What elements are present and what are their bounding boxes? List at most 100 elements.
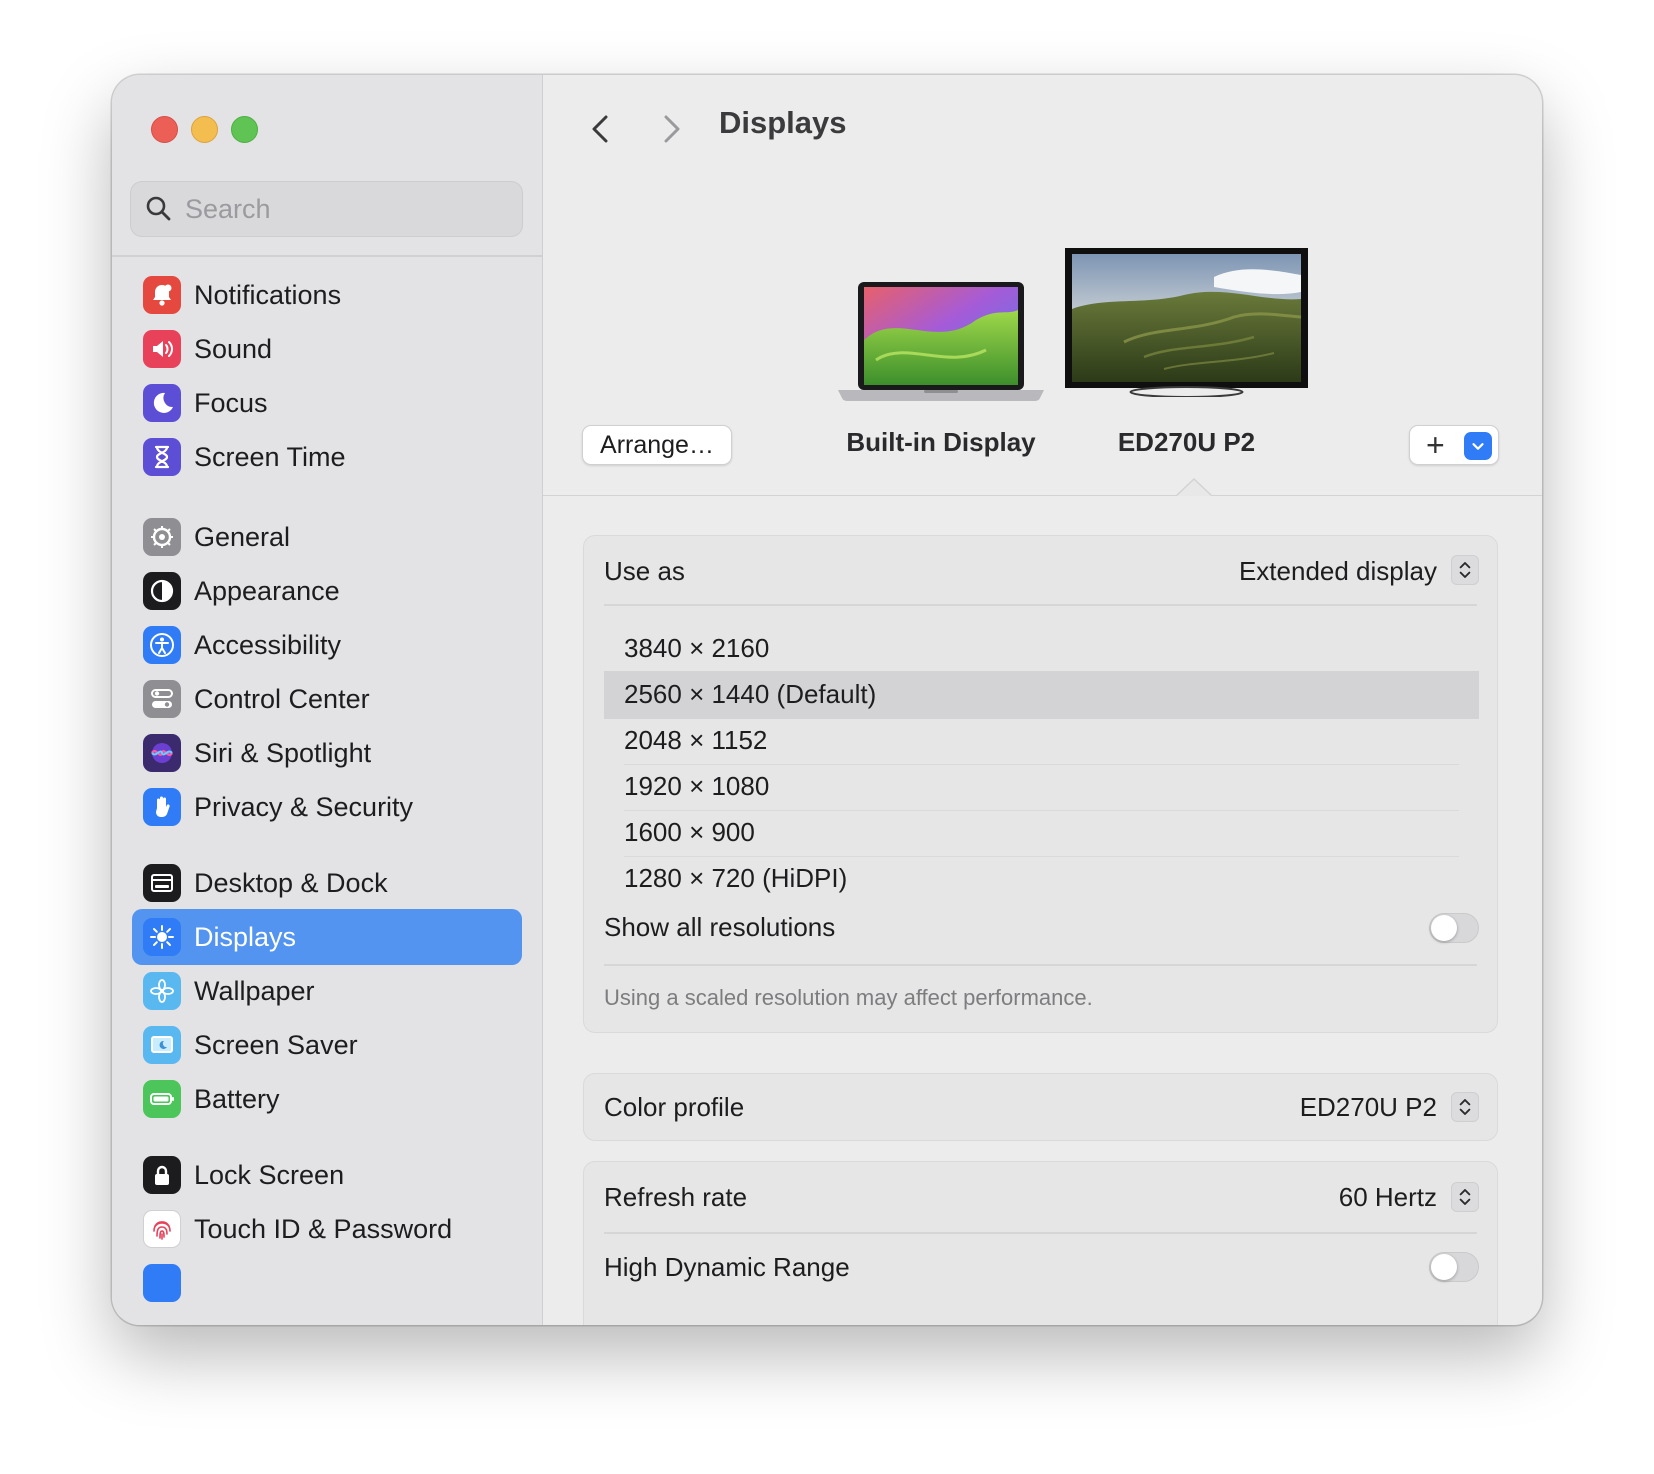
separator xyxy=(604,964,1477,966)
color-profile-stepper[interactable] xyxy=(1451,1092,1479,1122)
page-title: Displays xyxy=(719,105,847,140)
up-down-chevron-icon xyxy=(1459,1189,1471,1205)
minimize-window-button[interactable] xyxy=(191,116,218,143)
lock-icon xyxy=(143,1156,181,1194)
sidebar-item-appearance[interactable]: Appearance xyxy=(132,563,522,619)
sidebar-item-privacy-security[interactable]: Privacy & Security xyxy=(132,779,522,835)
forward-arrow-icon[interactable] xyxy=(657,113,685,145)
resolution-label: 2560 × 1440 (Default) xyxy=(624,679,877,709)
resolution-label: 1920 × 1080 xyxy=(624,771,770,801)
partial-icon xyxy=(143,1264,181,1302)
sidebar-item-label: Battery xyxy=(194,1084,280,1114)
siri-icon xyxy=(143,734,181,772)
sidebar-item-siri-spotlight[interactable]: Siri & Spotlight xyxy=(132,725,522,781)
separator xyxy=(604,604,1477,606)
up-down-chevron-icon xyxy=(1459,562,1471,578)
performance-note: Using a scaled resolution may affect per… xyxy=(604,985,1093,1010)
toggle-knob xyxy=(1431,915,1457,941)
sidebar-item-general[interactable]: General xyxy=(132,509,522,565)
sidebar-item-control-center[interactable]: Control Center xyxy=(132,671,522,727)
search-icon xyxy=(146,196,171,221)
color-profile-label: Color profile xyxy=(604,1092,745,1122)
use-as-stepper[interactable] xyxy=(1451,555,1479,585)
resolution-label: 1600 × 900 xyxy=(624,817,755,847)
refresh-rate-panel: Refresh rate 60 Hertz High Dynamic Range xyxy=(583,1161,1498,1325)
screensaver-icon xyxy=(143,1026,181,1064)
resolution-label: 2048 × 1152 xyxy=(624,725,768,755)
refresh-rate-label: Refresh rate xyxy=(604,1182,748,1212)
resolution-option[interactable]: 2048 × 1152 xyxy=(604,717,1479,765)
color-profile-value[interactable]: ED270U P2 xyxy=(1300,1092,1437,1123)
separator xyxy=(604,1232,1477,1234)
sidebar-item-touch-id-password[interactable]: Touch ID & Password xyxy=(132,1201,522,1257)
external-display-label[interactable]: ED270U P2 xyxy=(1064,427,1309,458)
sidebar-item-screen-saver[interactable]: Screen Saver xyxy=(132,1017,522,1073)
sidebar-item-label: Screen Time xyxy=(194,442,346,472)
resolution-option[interactable]: 1600 × 900 xyxy=(604,809,1479,857)
builtin-display-icon[interactable] xyxy=(836,280,1046,402)
use-as-value[interactable]: Extended display xyxy=(1239,556,1437,587)
sidebar-item-label: Wallpaper xyxy=(194,976,315,1006)
sidebar: Notifications Sound Focus Screen Time xyxy=(112,75,543,1325)
hdr-label: High Dynamic Range xyxy=(604,1252,850,1282)
resolution-panel: Use as Extended display 3840 × 2160 2560… xyxy=(583,535,1498,1033)
resolution-option-selected[interactable]: 2560 × 1440 (Default) xyxy=(604,671,1479,719)
sidebar-item-displays[interactable]: Displays xyxy=(132,909,522,965)
toggle-knob xyxy=(1431,1254,1457,1280)
sidebar-item-partial[interactable] xyxy=(132,1255,522,1311)
sidebar-item-label: Control Center xyxy=(194,684,370,714)
sidebar-item-sound[interactable]: Sound xyxy=(132,321,522,377)
sidebar-item-label: Touch ID & Password xyxy=(194,1214,453,1244)
sidebar-item-screen-time[interactable]: Screen Time xyxy=(132,429,522,485)
sidebar-item-label: Desktop & Dock xyxy=(194,868,388,898)
sidebar-item-label: General xyxy=(194,522,291,552)
sidebar-item-desktop-dock[interactable]: Desktop & Dock xyxy=(132,855,522,911)
hdr-toggle[interactable] xyxy=(1429,1252,1479,1282)
resolution-option[interactable]: 1920 × 1080 xyxy=(604,763,1479,811)
sidebar-item-label: Notifications xyxy=(194,280,342,310)
sidebar-item-label: Sound xyxy=(194,334,273,364)
accessibility-icon xyxy=(143,626,181,664)
sidebar-item-label: Focus xyxy=(194,388,268,418)
sidebar-item-label: Siri & Spotlight xyxy=(194,738,372,768)
appearance-icon xyxy=(143,572,181,610)
refresh-rate-value[interactable]: 60 Hertz xyxy=(1339,1182,1437,1213)
sidebar-item-accessibility[interactable]: Accessibility xyxy=(132,617,522,673)
content-pane: Displays Arrange… Built-in Display ED270… xyxy=(543,75,1542,1325)
search-field[interactable] xyxy=(130,181,523,237)
close-window-button[interactable] xyxy=(151,116,178,143)
resolution-option[interactable]: 3840 × 2160 xyxy=(604,625,1479,673)
sidebar-item-label: Appearance xyxy=(194,576,340,606)
sidebar-item-notifications[interactable]: Notifications xyxy=(132,267,522,323)
resolution-label: 1280 × 720 (HiDPI) xyxy=(624,863,848,893)
sun-icon xyxy=(143,918,181,956)
toggles-icon xyxy=(143,680,181,718)
resolution-label: 3840 × 2160 xyxy=(624,633,770,663)
sidebar-item-battery[interactable]: Battery xyxy=(132,1071,522,1127)
selection-pointer xyxy=(1177,480,1211,496)
up-down-chevron-icon xyxy=(1459,1099,1471,1115)
gear-icon xyxy=(143,518,181,556)
refresh-rate-stepper[interactable] xyxy=(1451,1182,1479,1212)
sidebar-item-label: Accessibility xyxy=(194,630,342,660)
arrange-button[interactable]: Arrange… xyxy=(582,425,732,465)
sidebar-item-focus[interactable]: Focus xyxy=(132,375,522,431)
add-display-button[interactable]: + xyxy=(1426,429,1445,461)
sidebar-item-lock-screen[interactable]: Lock Screen xyxy=(132,1147,522,1203)
add-display-menu-button[interactable] xyxy=(1464,432,1492,460)
zoom-window-button[interactable] xyxy=(231,116,258,143)
search-input[interactable] xyxy=(183,190,507,228)
external-display-icon[interactable] xyxy=(1064,247,1309,397)
color-profile-panel: Color profile ED270U P2 xyxy=(583,1073,1498,1141)
sidebar-item-label: Displays xyxy=(194,922,297,952)
sidebar-item-wallpaper[interactable]: Wallpaper xyxy=(132,963,522,1019)
resolution-option[interactable]: 1280 × 720 (HiDPI) xyxy=(604,855,1479,903)
flower-icon xyxy=(143,972,181,1010)
back-arrow-icon[interactable] xyxy=(587,113,615,145)
show-all-resolutions-toggle[interactable] xyxy=(1429,913,1479,943)
speaker-icon xyxy=(143,330,181,368)
sidebar-item-label: Privacy & Security xyxy=(194,792,414,822)
builtin-display-label[interactable]: Built-in Display xyxy=(836,427,1046,458)
sidebar-divider xyxy=(112,255,542,257)
add-display-group: + xyxy=(1409,425,1499,465)
